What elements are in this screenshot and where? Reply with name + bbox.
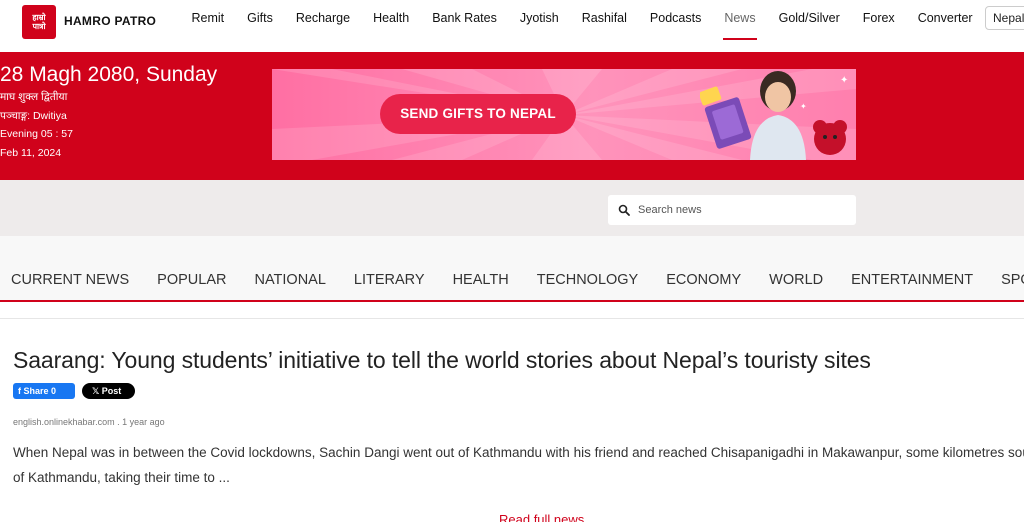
gifts-ad-banner[interactable]: SEND GIFTS TO NEPAL ✦ ✦ (272, 69, 856, 160)
search-icon (618, 204, 630, 216)
category-health[interactable]: HEALTH (453, 236, 509, 300)
brand-name[interactable]: HAMRO PATRO (64, 14, 156, 28)
facebook-share-button[interactable]: f Share 0 (13, 383, 75, 399)
nav-item-remit[interactable]: Remit (180, 0, 236, 38)
read-full-news-link[interactable]: Read full news (499, 512, 584, 522)
facebook-share-label: Share 0 (23, 386, 57, 396)
logo-text-line2: पात्रो (32, 22, 46, 31)
category-national[interactable]: NATIONAL (254, 236, 325, 300)
send-gifts-button[interactable]: SEND GIFTS TO NEPAL (380, 94, 576, 134)
x-post-button[interactable]: 𝕏 Post (82, 383, 135, 399)
nav-item-gifts[interactable]: Gifts (236, 0, 285, 38)
x-icon: 𝕏 (92, 386, 102, 396)
category-economy[interactable]: ECONOMY (666, 236, 741, 300)
hamro-patro-logo[interactable]: हाम्रो पात्रो (22, 5, 56, 39)
category-world[interactable]: WORLD (769, 236, 823, 300)
x-post-label: Post (101, 386, 122, 396)
category-bar: CURRENT NEWS POPULAR NATIONAL LITERARY H… (0, 236, 1024, 302)
nav-item-converter[interactable]: Converter (906, 0, 984, 38)
nav-item-health[interactable]: Health (362, 0, 421, 38)
category-entertainment[interactable]: ENTERTAINMENT (851, 236, 973, 300)
main-menu: Remit Gifts Recharge Health Bank Rates J… (180, 0, 984, 40)
ad-person-illustration: ✦ ✦ (700, 71, 848, 160)
time-text: Evening 05 : 57 (0, 128, 73, 140)
search-box[interactable] (608, 195, 856, 225)
category-sports[interactable]: SPORTS (1001, 236, 1024, 300)
section-divider (0, 318, 1024, 319)
category-list: CURRENT NEWS POPULAR NATIONAL LITERARY H… (0, 236, 1024, 300)
category-current-news[interactable]: CURRENT NEWS (11, 236, 129, 300)
article-headline[interactable]: Saarang: Young students’ initiative to t… (13, 347, 871, 374)
date-banner: 28 Magh 2080, Sunday माघ शुक्ल द्वितीया … (0, 52, 1024, 180)
search-news-input[interactable] (638, 195, 848, 225)
nav-item-rashifal[interactable]: Rashifal (570, 0, 638, 38)
logo-text-line1: हाम्रो (32, 13, 46, 22)
tithi-text: माघ शुक्ल द्वितीया (0, 91, 68, 103)
gregorian-date: Feb 11, 2024 (0, 147, 62, 159)
nepali-date: 28 Magh 2080, Sunday (0, 63, 218, 86)
category-popular[interactable]: POPULAR (157, 236, 226, 300)
top-navigation: हाम्रो पात्रो HAMRO PATRO Remit Gifts Re… (0, 0, 1024, 40)
svg-text:✦: ✦ (800, 102, 807, 111)
category-literary[interactable]: LITERARY (354, 236, 425, 300)
svg-text:✦: ✦ (840, 75, 848, 86)
nav-item-recharge[interactable]: Recharge (284, 0, 361, 38)
language-toggle-button[interactable]: Nepali (985, 6, 1024, 30)
article-source: english.onlinekhabar.com . 1 year ago (13, 417, 165, 427)
search-strip (0, 180, 1024, 236)
article-summary: When Nepal was in between the Covid lock… (13, 445, 1024, 485)
nav-item-jyotish[interactable]: Jyotish (508, 0, 570, 38)
panchang-text: पञ्चाङ्ग: Dwitiya (0, 110, 67, 122)
category-technology[interactable]: TECHNOLOGY (537, 236, 639, 300)
nav-item-podcasts[interactable]: Podcasts (638, 0, 712, 38)
nav-item-news[interactable]: News (713, 0, 767, 40)
nav-item-gold-silver[interactable]: Gold/Silver (767, 0, 851, 38)
nav-item-bank-rates[interactable]: Bank Rates (421, 0, 509, 38)
nav-item-forex[interactable]: Forex (851, 0, 906, 38)
